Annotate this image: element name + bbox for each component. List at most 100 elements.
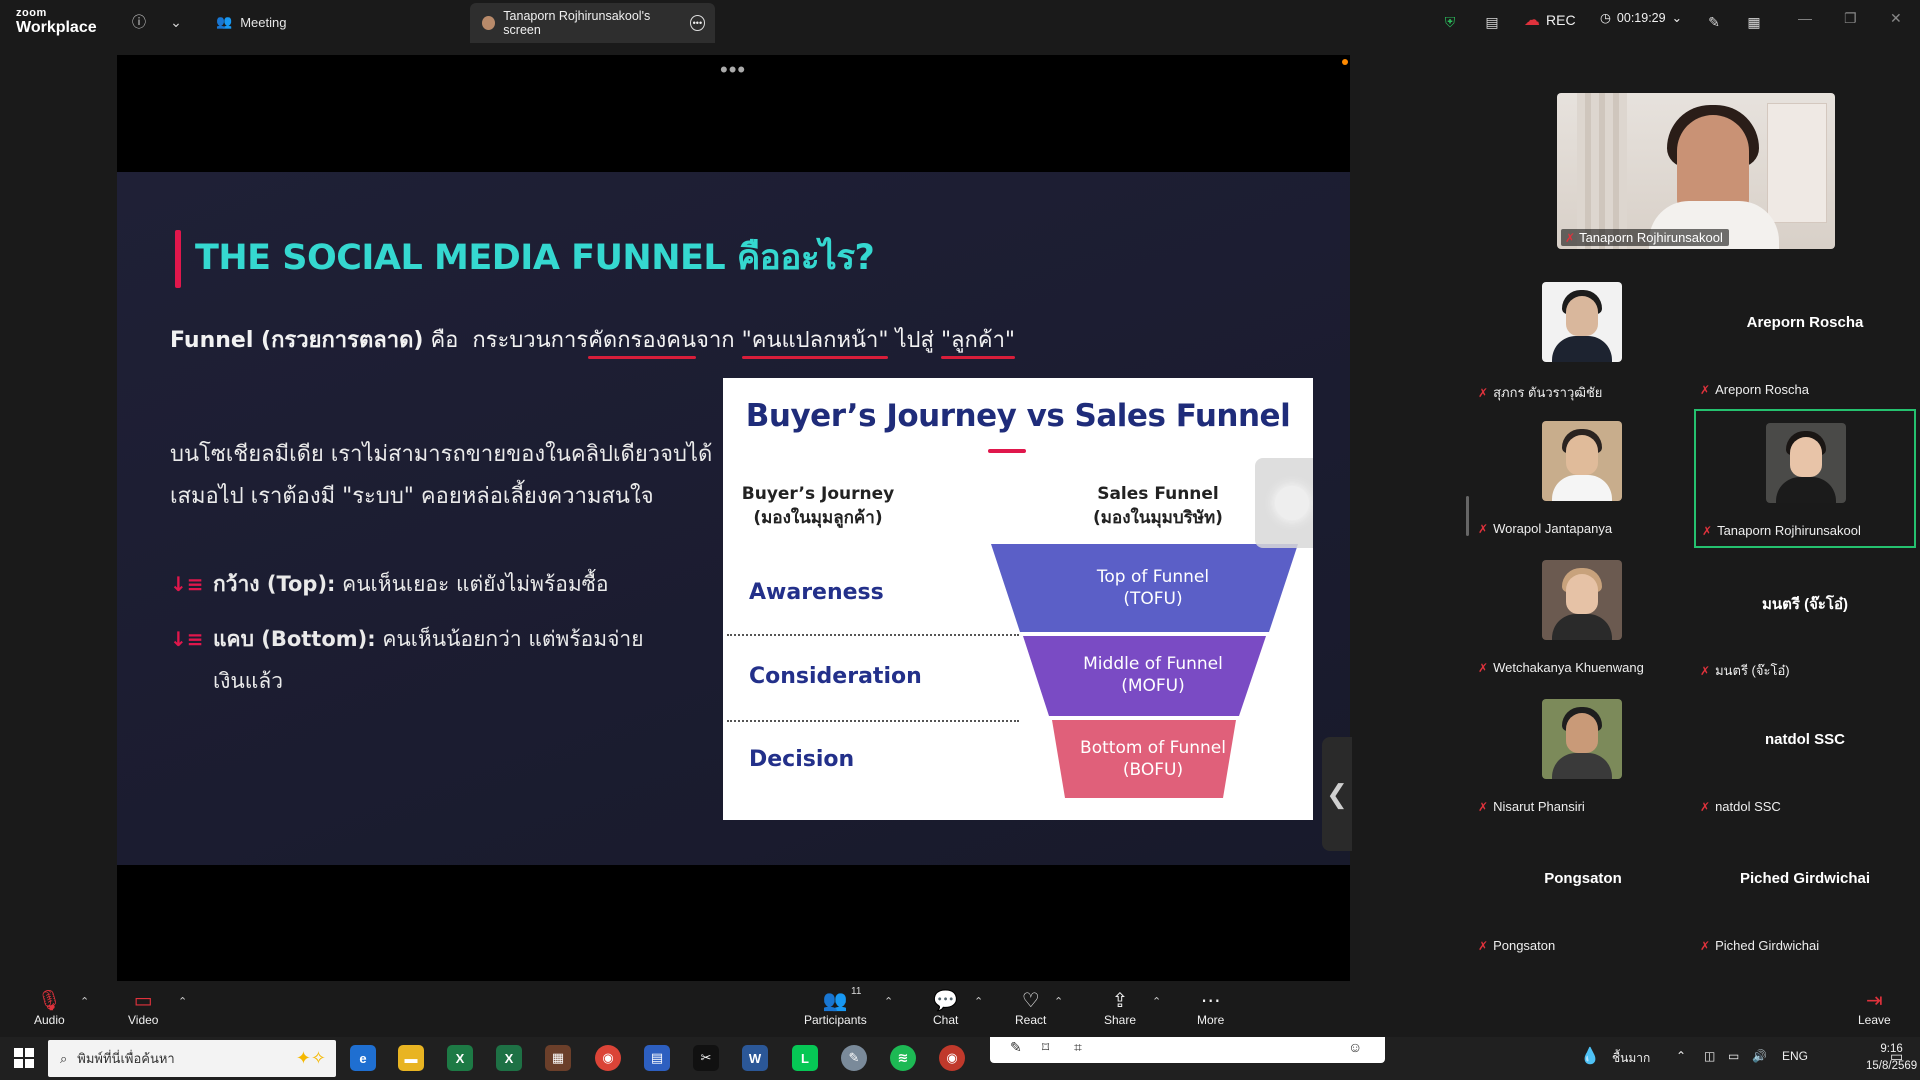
audio-options-caret[interactable]: ⌃ xyxy=(80,995,89,1008)
mic-muted-icon: ✗ xyxy=(1700,663,1711,678)
participant-tile[interactable]: Pongsaton ✗ Pongsaton xyxy=(1472,826,1694,965)
participants-icon: 👥 xyxy=(822,990,848,1012)
excel-icon[interactable]: X xyxy=(496,1045,522,1071)
clock-icon: ◷ xyxy=(1600,11,1611,25)
excel-icon[interactable]: X xyxy=(447,1045,473,1071)
participant-tile[interactable]: Areporn Roscha ✗ Areporn Roscha xyxy=(1694,270,1916,409)
file-explorer-icon[interactable]: ▬ xyxy=(398,1045,424,1071)
annotation-toolbar-overlay[interactable]: ✎ ⌑ ⌗ ☺ xyxy=(990,1037,1385,1063)
line-icon[interactable]: L xyxy=(792,1045,818,1071)
participant-tile[interactable]: มนตรี (จ๊ะโอ๋) ✗ มนตรี (จ๊ะโอ๋) xyxy=(1694,548,1916,687)
chat-options-caret[interactable]: ⌃ xyxy=(974,995,983,1008)
presenter-cursor-overlay xyxy=(1255,458,1313,548)
more-options-icon[interactable]: ••• xyxy=(689,15,706,31)
more-button[interactable]: ⋯ More xyxy=(1197,989,1224,1027)
maximize-icon[interactable]: ❐ xyxy=(1844,10,1857,27)
annotate-pen-icon[interactable]: ✎ xyxy=(1702,10,1726,34)
participant-name-tag: ✗ Tanaporn Rojhirunsakool xyxy=(1702,523,1861,538)
emoji-icon[interactable]: ☺ xyxy=(1348,1039,1362,1055)
weather-icon[interactable]: 💧 xyxy=(1580,1046,1600,1066)
paint-icon[interactable]: ✎ xyxy=(841,1045,867,1071)
view-layout-icon[interactable]: ▦ xyxy=(1742,10,1766,34)
participant-avatar xyxy=(1542,282,1622,362)
audio-button[interactable]: 🎙 Audio xyxy=(34,989,65,1027)
weather-text[interactable]: ชื้นมาก xyxy=(1612,1049,1650,1068)
windows-start-icon[interactable] xyxy=(14,1048,34,1068)
react-button[interactable]: ♡ React xyxy=(1015,989,1046,1027)
slide-title: THE SOCIAL MEDIA FUNNEL คืออะไร? xyxy=(195,238,875,278)
mic-muted-icon: ✗ xyxy=(1700,382,1711,397)
chat-icon: 💬 xyxy=(933,990,959,1012)
expand-panel-icon[interactable]: ❮ xyxy=(1322,737,1352,851)
participant-name-tag: ✗ มนตรี (จ๊ะโอ๋) xyxy=(1700,663,1790,678)
remote-control-indicator xyxy=(1342,59,1348,65)
participants-options-caret[interactable]: ⌃ xyxy=(884,995,893,1008)
mic-muted-icon: ✗ xyxy=(1565,230,1576,245)
chevron-down-icon[interactable]: ⌄ xyxy=(164,10,188,34)
participant-tile[interactable]: ✗ Worapol Jantapanya xyxy=(1472,409,1694,548)
participant-tile[interactable]: natdol SSC ✗ natdol SSC xyxy=(1694,687,1916,826)
participant-tile[interactable]: Piched Girdwichai ✗ Piched Girdwichai xyxy=(1694,826,1916,965)
bookmark-icon[interactable]: ⌑ xyxy=(1042,1039,1049,1056)
share-screen-icon: ⇪ xyxy=(1111,990,1129,1012)
notifications-icon[interactable]: ▭ xyxy=(1890,1048,1903,1065)
mic-muted-icon: ✗ xyxy=(1700,799,1711,814)
app-icon[interactable]: ▤ xyxy=(644,1045,670,1071)
shared-screen-tab[interactable]: Tanaporn Rojhirunsakool's screen ••• xyxy=(470,3,715,43)
participant-tile[interactable]: ✗ Wetchakanya Khuenwang xyxy=(1472,548,1694,687)
react-options-caret[interactable]: ⌃ xyxy=(1054,995,1063,1008)
info-icon[interactable]: ⓘ xyxy=(127,10,151,34)
windows-taskbar: ⌕ พิมพ์ที่นี่เพื่อค้นหา ✦✧ e ▬ X X ▦ ◉ ▤… xyxy=(0,1037,1920,1080)
people-icon: 👥 xyxy=(216,14,233,29)
speaker-person xyxy=(1677,115,1749,210)
card-title-underline xyxy=(988,449,1026,453)
participant-gallery: ✗ Tanaporn Rojhirunsakool ✗ สุภกร ตันวราว… xyxy=(1466,44,1920,981)
volume-icon[interactable]: 🔊 xyxy=(1752,1049,1767,1063)
camera-tray-icon[interactable]: ◫ xyxy=(1704,1049,1715,1063)
network-icon[interactable]: ▭ xyxy=(1728,1049,1739,1063)
leave-button[interactable]: ⇥ Leave xyxy=(1858,989,1891,1027)
share-button[interactable]: ⇪ Share xyxy=(1104,989,1136,1027)
language-indicator[interactable]: ENG xyxy=(1782,1049,1808,1063)
meeting-timer[interactable]: ◷ 00:19:29 ⌄ xyxy=(1600,10,1682,26)
active-speaker-video[interactable]: ✗ Tanaporn Rojhirunsakool xyxy=(1557,93,1835,249)
share-options-caret[interactable]: ⌃ xyxy=(1152,995,1161,1008)
edge-icon[interactable]: e xyxy=(350,1045,376,1071)
participant-display-name: natdol SSC xyxy=(1764,731,1845,748)
tray-chevron-icon[interactable]: ⌃ xyxy=(1676,1049,1686,1063)
share-options-icon[interactable]: ••• xyxy=(720,57,746,83)
participant-avatar xyxy=(1766,423,1846,503)
notes-icon[interactable]: ▤ xyxy=(1480,10,1504,34)
chrome-icon[interactable]: ◉ xyxy=(595,1045,621,1071)
participant-tile[interactable]: ✗ Nisarut Phansiri xyxy=(1472,687,1694,826)
shared-screen[interactable]: ••• THE SOCIAL MEDIA FUNNEL คืออะไร? Fun… xyxy=(117,55,1352,981)
meeting-tab[interactable]: 👥 Meeting xyxy=(216,10,286,34)
mic-muted-icon: ✗ xyxy=(1700,938,1711,953)
participant-tile[interactable]: ✗ Tanaporn Rojhirunsakool xyxy=(1694,409,1916,548)
recording-indicator[interactable]: ☁ REC xyxy=(1524,10,1576,30)
video-options-caret[interactable]: ⌃ xyxy=(178,995,187,1008)
taskbar-search-box[interactable]: ⌕ พิมพ์ที่นี่เพื่อค้นหา ✦✧ xyxy=(48,1040,336,1077)
capcut-icon[interactable]: ✂ xyxy=(693,1045,719,1071)
meeting-controls: 🎙 Audio ⌃ ▭ Video ⌃ 👥 Participants 11 ⌃ … xyxy=(0,981,1920,1037)
chat-button[interactable]: 💬 Chat xyxy=(933,989,958,1027)
chrome-icon[interactable]: ◉ xyxy=(939,1045,965,1071)
gallery-scrollbar[interactable] xyxy=(1466,496,1469,536)
participant-avatar xyxy=(1542,560,1622,640)
tofu-label: Top of Funnel (TOFU) xyxy=(1096,567,1210,609)
stage-consideration: Consideration xyxy=(749,664,922,689)
cloud-record-icon: ☁ xyxy=(1524,12,1540,29)
close-icon[interactable]: ✕ xyxy=(1890,10,1902,27)
video-button[interactable]: ▭ Video xyxy=(128,989,158,1027)
calendar-app-icon[interactable]: ▦ xyxy=(545,1045,571,1071)
crop-icon[interactable]: ⌗ xyxy=(1074,1039,1082,1056)
spotify-icon[interactable]: ≋ xyxy=(890,1045,916,1071)
word-icon[interactable]: W xyxy=(742,1045,768,1071)
participant-tile[interactable]: ✗ สุภกร ตันวราวุฒิชัย xyxy=(1472,270,1694,409)
encryption-shield-icon[interactable]: ⛨ xyxy=(1438,10,1462,34)
participant-display-name: Pongsaton xyxy=(1544,870,1622,887)
pen-icon[interactable]: ✎ xyxy=(1010,1039,1022,1056)
participant-display-name: มนตรี (จ๊ะโอ๋) xyxy=(1761,596,1848,613)
minimize-icon[interactable]: — xyxy=(1798,10,1812,26)
participants-count: 11 xyxy=(851,986,862,997)
